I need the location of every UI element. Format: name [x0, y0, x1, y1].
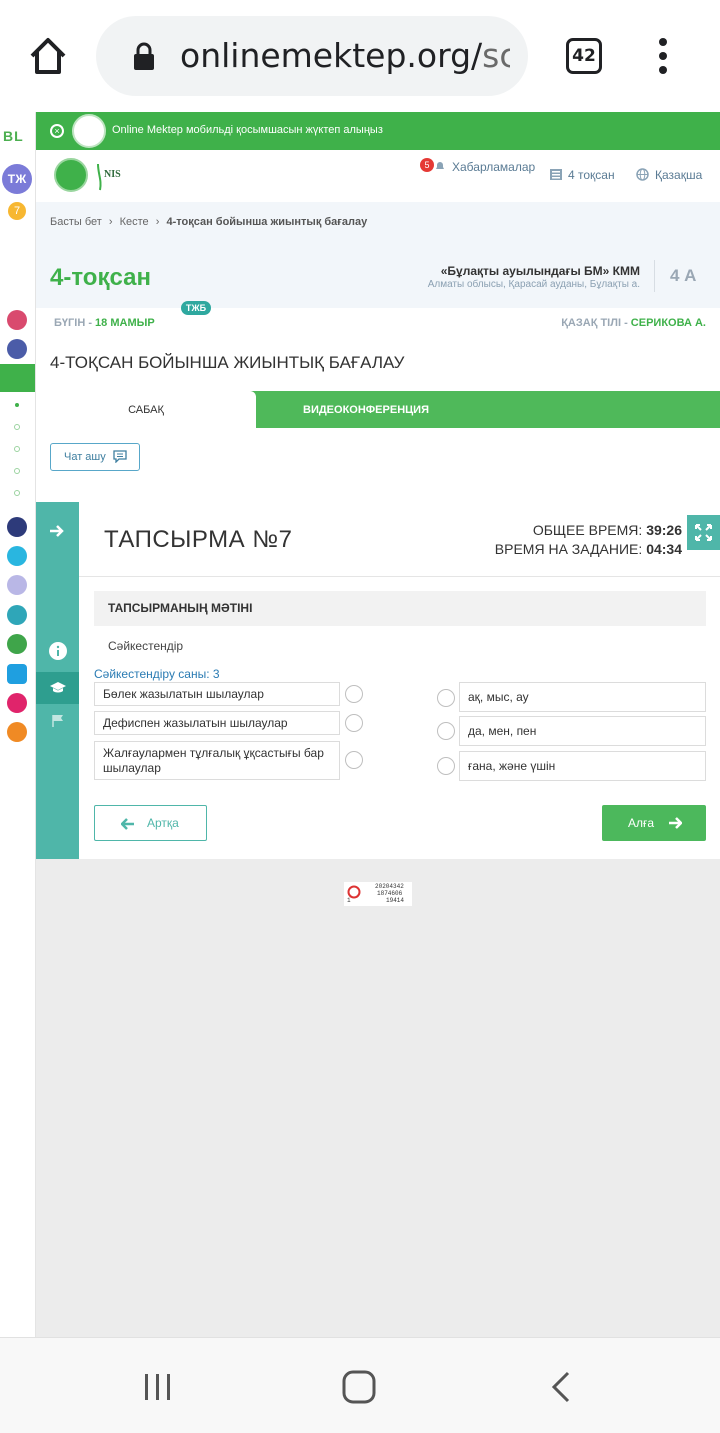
school-region: Алматы облысы, Қарасай ауданы, Бұлақты а…	[427, 279, 640, 290]
divider	[654, 260, 655, 292]
dot-icon	[14, 424, 20, 430]
match-right-radio[interactable]	[437, 722, 455, 740]
breadcrumb-schedule[interactable]: Кесте	[120, 216, 149, 228]
more-menu-icon[interactable]	[655, 38, 671, 78]
help-icon[interactable]	[7, 546, 27, 566]
app-banner: × Online Mektep мобильді қосымшасын жүкт…	[36, 112, 720, 150]
recent-apps-icon[interactable]	[143, 1372, 173, 1402]
app-icon[interactable]	[7, 517, 27, 537]
chat-icon	[113, 450, 127, 463]
globe-icon	[636, 168, 649, 181]
subject-teacher: ҚАЗАҚ ТІЛІ - СЕРИКОВА А.	[561, 317, 706, 329]
app-icon[interactable]	[7, 722, 27, 742]
match-left-item: Дефиспен жазылатын шылаулар	[94, 711, 340, 735]
match-right-item: ақ, мыс, ау	[459, 682, 706, 712]
match-right-item: ғана, және үшін	[459, 751, 706, 781]
page-title: 4-тоқсан	[50, 264, 151, 291]
task-title: ТАПСЫРМА №7	[104, 526, 293, 553]
app-icon[interactable]	[7, 575, 27, 595]
home-nav-icon[interactable]	[342, 1370, 376, 1404]
today-date: БҮГІН - 18 МАМЫР	[54, 317, 155, 329]
breadcrumb: Басты бет › Кесте › 4-тоқсан бойынша жиы…	[50, 216, 368, 228]
arrow-right-icon	[669, 817, 682, 829]
breadcrumb-current: 4-тоқсан бойынша жиынтық бағалау	[166, 216, 368, 228]
total-time: ОБЩЕЕ ВРЕМЯ: 39:26	[532, 522, 682, 538]
next-button[interactable]: Алға	[602, 805, 706, 841]
active-app-icon[interactable]	[0, 364, 35, 392]
divider	[79, 576, 720, 577]
assessment-badge: ТЖБ	[181, 301, 211, 315]
online-mektep-logo[interactable]	[54, 158, 88, 192]
match-left-radio[interactable]	[345, 714, 363, 732]
arrow-right-icon[interactable]	[49, 524, 65, 538]
svg-text:NIS: NIS	[104, 169, 121, 180]
task-prompt: Сәйкестендір	[108, 639, 184, 653]
url-text[interactable]: onlinemektep.org/sc	[180, 36, 510, 75]
lock-icon	[132, 40, 156, 74]
app-icon[interactable]	[7, 339, 27, 359]
breadcrumb-home[interactable]: Басты бет	[50, 216, 102, 228]
match-left-item: Бөлек жазылатын шылаулар	[94, 682, 340, 706]
dot-icon	[14, 490, 20, 496]
counter-badge[interactable]: 7	[8, 202, 26, 220]
match-right-radio[interactable]	[437, 757, 455, 775]
brand-logo[interactable]: BL	[3, 128, 24, 144]
top-nav	[36, 150, 720, 202]
graduation-cap-icon[interactable]	[50, 682, 66, 694]
app-icon[interactable]	[7, 310, 27, 330]
bell-icon	[436, 162, 444, 170]
tab-lesson[interactable]: САБАҚ	[36, 391, 256, 428]
match-left-radio[interactable]	[345, 751, 363, 769]
dot-icon	[14, 446, 20, 452]
task-time: ВРЕМЯ НА ЗАДАНИЕ: 04:34	[494, 541, 682, 557]
avatar[interactable]: ТЖ	[2, 164, 32, 194]
app-icon[interactable]	[7, 693, 27, 713]
tab-videoconference[interactable]: ВИДЕОКОНФЕРЕНЦИЯ	[256, 391, 476, 428]
app-icon[interactable]	[7, 664, 27, 684]
expand-icon	[695, 524, 712, 541]
list-icon	[550, 169, 562, 180]
nis-logo: NIS	[92, 160, 126, 192]
notifications-link[interactable]: 5 Хабарламалар	[420, 158, 535, 174]
banner-text[interactable]: Online Mektep мобильді қосымшасын жүктеп…	[112, 124, 383, 136]
match-count: Сәйкестендіру саны: 3	[94, 667, 220, 681]
match-right-item: да, мен, пен	[459, 716, 706, 746]
back-nav-icon[interactable]	[550, 1371, 572, 1403]
match-left-item: Жалғаулармен тұлғалық ұқсастығы бар шыла…	[94, 741, 340, 780]
dot-icon	[15, 403, 19, 407]
system-nav-bar	[0, 1337, 720, 1433]
language-switcher[interactable]: Қазақша	[636, 168, 702, 182]
close-icon[interactable]: ×	[50, 124, 64, 138]
match-right-radio[interactable]	[437, 689, 455, 707]
task-side-panel	[36, 502, 79, 859]
app-icon[interactable]	[7, 605, 27, 625]
browser-toolbar: onlinemektep.org/sc 42	[0, 0, 720, 112]
arrow-left-icon	[121, 818, 134, 830]
flag-icon[interactable]	[51, 714, 65, 728]
lesson-title: 4-ТОҚСАН БОЙЫНША ЖИЫНТЫҚ БАҒАЛАУ	[50, 353, 405, 372]
tab-switcher-button[interactable]: 42	[566, 38, 602, 74]
school-name: «Бұлақты ауылындағы БМ» КММ	[440, 264, 640, 278]
dot-icon	[14, 468, 20, 474]
quarter-link[interactable]: 4 тоқсан	[550, 168, 615, 182]
info-icon[interactable]	[49, 642, 67, 660]
visit-counter: 20204342 1874606 1 19414	[344, 882, 412, 906]
match-left-radio[interactable]	[345, 685, 363, 703]
open-chat-button[interactable]: Чат ашу	[50, 443, 140, 471]
online-mektep-logo	[72, 114, 106, 148]
task-text-header: ТАПСЫРМАНЫҢ МӘТІНІ	[94, 591, 706, 626]
home-icon[interactable]	[26, 34, 70, 78]
back-button[interactable]: Артқа	[94, 805, 207, 841]
fullscreen-button[interactable]	[687, 515, 720, 550]
notifications-badge: 5	[420, 158, 434, 172]
app-icon[interactable]	[7, 634, 27, 654]
class-label: 4 А	[670, 266, 697, 285]
